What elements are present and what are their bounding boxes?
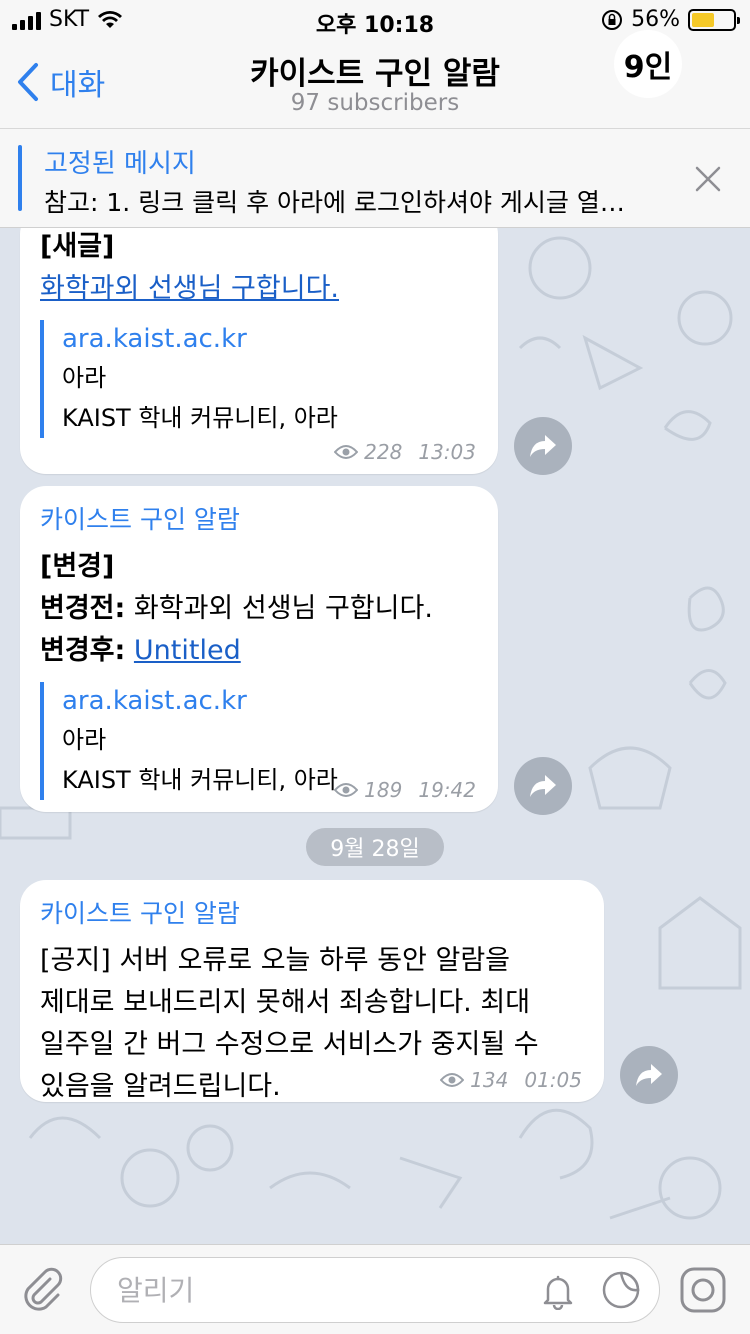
pinned-text: 참고: 1. 링크 클릭 후 아라에 로그인하셔야 게시글 열… <box>44 188 625 217</box>
eye-icon <box>334 783 359 797</box>
message-tag: [변경] <box>40 551 115 582</box>
before-label: 변경전: <box>40 593 126 624</box>
message-time: 13:03 <box>418 440 476 464</box>
message-input-box[interactable] <box>90 1257 660 1323</box>
message-line: 제대로 보내드리지 못해서 죄송합니다. 최대 <box>40 987 531 1018</box>
link-preview[interactable]: ara.kaist.ac.kr 아라 KAIST 학내 커뮤니티, 아라 <box>40 320 476 438</box>
message-bubble[interactable]: 카이스트 구인 알람 [공지] 서버 오류로 오늘 하루 동안 알람을 제대로 … <box>20 880 604 1102</box>
sender-name: 카이스트 구인 알람 <box>40 505 240 534</box>
camera-icon[interactable] <box>678 1265 728 1315</box>
message-line: 일주일 간 버그 수정으로 서비스가 중지될 수 <box>40 1029 539 1060</box>
message-bubble[interactable]: 카이스트 구인 알람 [변경] 변경전: 화학과외 선생님 구합니다. 변경후:… <box>20 486 498 812</box>
pinned-message[interactable]: 고정된 메시지 참고: 1. 링크 클릭 후 아라에 로그인하셔야 게시글 열… <box>0 128 750 228</box>
pinned-accent-bar <box>18 145 22 211</box>
eye-icon <box>334 445 359 459</box>
message-meta: 228 13:03 <box>334 440 476 464</box>
pinned-title: 고정된 메시지 <box>44 149 196 179</box>
message-bubble[interactable]: [새글] 화학과외 선생님 구합니다. ara.kaist.ac.kr 아라 K… <box>20 228 498 474</box>
after-label: 변경후: <box>40 635 126 666</box>
message-meta: 134 01:05 <box>440 1068 582 1092</box>
battery-percent: 56% <box>631 7 680 32</box>
preview-description: KAIST 학내 커뮤니티, 아라 <box>62 404 338 432</box>
change-after: 변경후: Untitled <box>40 630 476 672</box>
share-button[interactable] <box>514 417 572 475</box>
before-value: 화학과외 선생님 구합니다. <box>125 593 433 624</box>
status-right: 56% <box>601 7 740 32</box>
nav-header: 대화 카이스트 구인 알람 97 subscribers 9인 <box>0 30 750 128</box>
paperclip-icon[interactable] <box>20 1267 66 1313</box>
message-meta: 189 19:42 <box>334 778 476 802</box>
view-count: 228 <box>364 440 403 464</box>
post-link[interactable]: 화학과외 선생님 구합니다. <box>40 273 339 304</box>
sticker-icon[interactable] <box>601 1270 641 1310</box>
battery-fill <box>692 12 715 27</box>
preview-site: ara.kaist.ac.kr <box>62 686 247 716</box>
message-line: [공지] 서버 오류로 오늘 하루 동안 알람을 <box>40 945 511 976</box>
date-separator: 9월 28일 <box>306 828 444 866</box>
share-button[interactable] <box>620 1046 678 1104</box>
message-link[interactable]: 화학과외 선생님 구합니다. <box>40 268 476 310</box>
share-arrow-icon <box>636 1064 662 1086</box>
rotation-lock-icon <box>602 9 623 30</box>
channel-avatar[interactable]: 9인 <box>614 30 682 98</box>
message-input[interactable] <box>117 1270 517 1310</box>
battery-icon <box>688 8 740 31</box>
view-count: 189 <box>364 778 403 802</box>
share-arrow-icon <box>530 775 556 797</box>
preview-site: ara.kaist.ac.kr <box>62 324 247 354</box>
message-time: 19:42 <box>418 778 476 802</box>
post-link[interactable]: Untitled <box>134 635 241 666</box>
preview-title: 아라 <box>62 364 107 392</box>
change-before: 변경전: 화학과외 선생님 구합니다. <box>40 588 476 630</box>
preview-title: 아라 <box>62 726 107 754</box>
message-tag: [새글] <box>40 231 115 262</box>
view-count: 134 <box>470 1068 509 1092</box>
composer-bar <box>0 1244 750 1334</box>
close-icon[interactable] <box>694 165 722 193</box>
share-arrow-icon <box>530 435 556 457</box>
share-button[interactable] <box>514 757 572 815</box>
eye-icon <box>440 1073 465 1087</box>
bell-icon[interactable] <box>539 1272 577 1310</box>
message-time: 01:05 <box>524 1068 582 1092</box>
sender-name: 카이스트 구인 알람 <box>40 899 240 928</box>
chat-area[interactable]: [새글] 화학과외 선생님 구합니다. ara.kaist.ac.kr 아라 K… <box>0 228 750 1244</box>
